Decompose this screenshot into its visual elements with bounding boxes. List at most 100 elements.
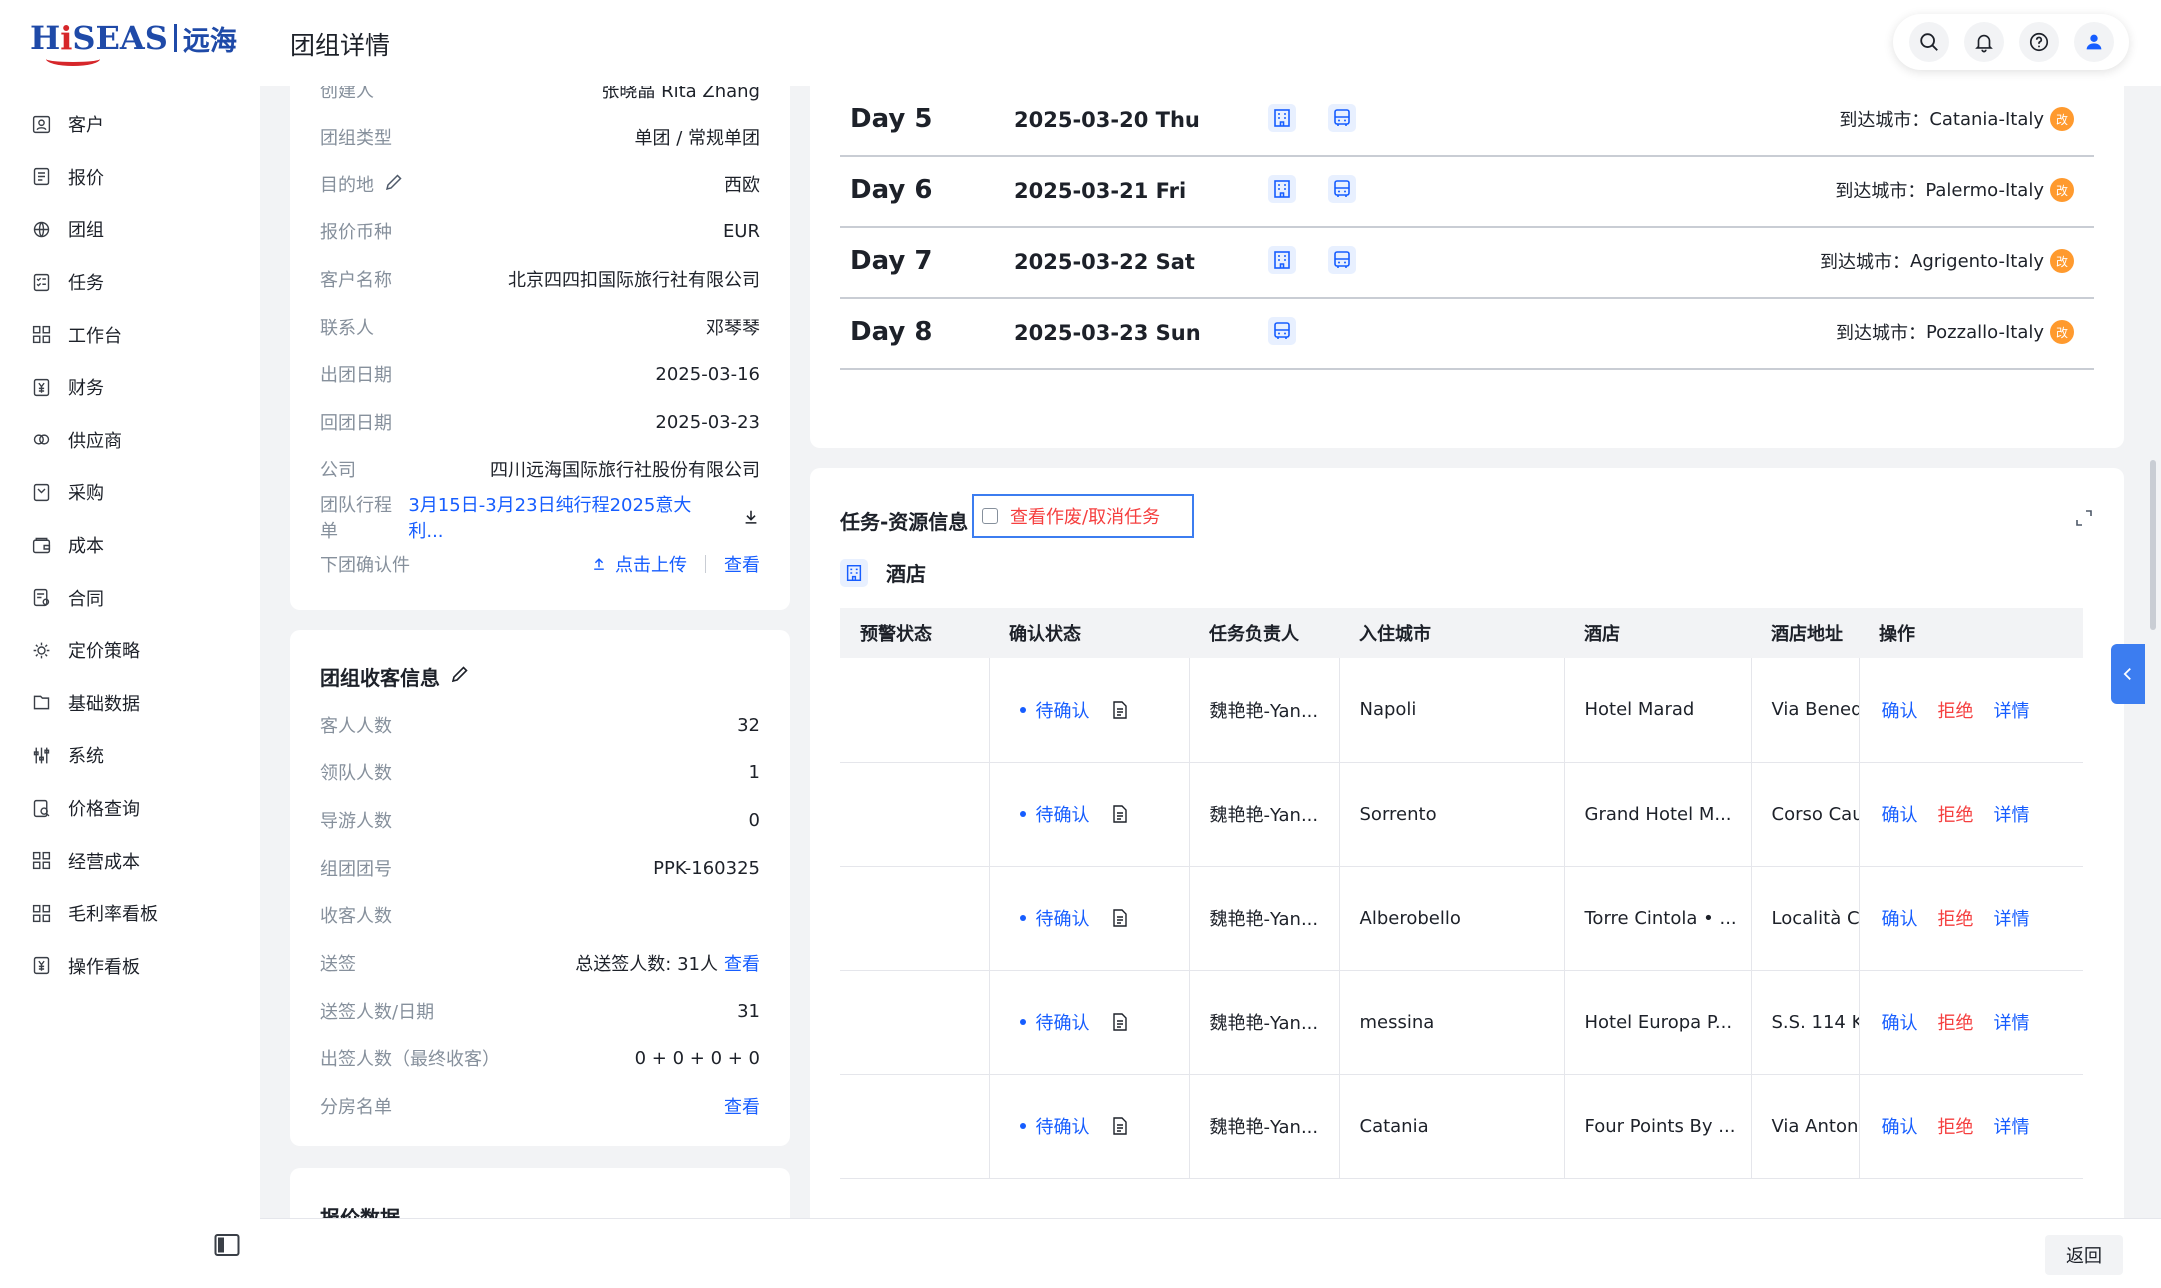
fullscreen-icon[interactable]	[2074, 508, 2094, 528]
hiseas-logo[interactable]: HiSEAS 远海	[30, 14, 237, 66]
owner-cell: 魏艳艳-Yan...	[1189, 762, 1340, 867]
column-header: 操作	[1859, 608, 2083, 658]
document-icon[interactable]	[1112, 1117, 1128, 1135]
sidebar-item-label: 定价策略	[68, 641, 140, 663]
detail-button[interactable]: 详情	[1994, 1013, 2030, 1034]
hotel-icon[interactable]	[1268, 246, 1296, 274]
itinerary-file-link[interactable]: 3月15日-3月23日纯行程2025意大利...	[408, 491, 720, 543]
guest-info-row: 导游人数 0	[320, 809, 760, 833]
hotel-icon[interactable]	[1268, 104, 1296, 132]
side-panel-toggle[interactable]	[2111, 644, 2145, 704]
bus-icon[interactable]	[1328, 175, 1356, 203]
detail-button[interactable]: 详情	[1994, 701, 2030, 722]
confirm-status: 待确认	[1035, 1117, 1090, 1138]
table-row: 待确认 魏艳艳-Yan... Alberobello Torre Cintola • …	[840, 866, 2083, 971]
change-city-badge[interactable]: 改	[2050, 249, 2074, 273]
reject-button[interactable]: 拒绝	[1938, 701, 1974, 722]
back-button[interactable]: 返回	[2045, 1235, 2123, 1275]
sidebar-item-15[interactable]: 毛利率看板	[0, 887, 260, 940]
detail-button[interactable]: 详情	[1994, 909, 2030, 930]
confirm-button[interactable]: 确认	[1882, 805, 1918, 826]
upload-link[interactable]: 点击上传	[615, 551, 687, 577]
day-label: Day 6	[850, 175, 933, 205]
ops-dashboard-icon	[30, 955, 52, 977]
sidebar-item-6[interactable]: 供应商	[0, 414, 260, 467]
change-city-badge[interactable]: 改	[2050, 178, 2074, 202]
change-city-badge[interactable]: 改	[2050, 107, 2074, 131]
bus-icon[interactable]	[1328, 246, 1356, 274]
view-confirm-link[interactable]: 查看	[724, 551, 760, 577]
upload-icon[interactable]	[591, 556, 607, 572]
sidebar-collapse-icon[interactable]	[214, 1233, 240, 1257]
system-icon	[30, 744, 52, 766]
hotel-cell: Torre Cintola • ...	[1564, 866, 1752, 971]
day-date: 2025-03-22 Sat	[1014, 250, 1195, 274]
confirm-button[interactable]: 确认	[1882, 701, 1918, 722]
download-icon[interactable]	[742, 508, 760, 526]
reject-button[interactable]: 拒绝	[1938, 1013, 1974, 1034]
sidebar-item-13[interactable]: 价格查询	[0, 782, 260, 835]
guest-info-row: 送签 总送签人数: 31人 查看	[320, 948, 760, 978]
day-label: Day 5	[850, 104, 933, 134]
sidebar-item-5[interactable]: 财务	[0, 361, 260, 414]
edit-pencil-icon[interactable]	[374, 172, 404, 197]
view-visa-link[interactable]: 查看	[724, 950, 760, 976]
guest-info-row: 送签人数/日期 31	[320, 1000, 760, 1024]
view-room-list-link[interactable]: 查看	[724, 1093, 760, 1119]
sidebar-item-3[interactable]: 任务	[0, 256, 260, 309]
user-avatar-icon[interactable]	[2073, 22, 2114, 62]
sidebar-item-9[interactable]: 合同	[0, 571, 260, 624]
sidebar-item-label: 财务	[68, 378, 104, 400]
day-date: 2025-03-23 Sun	[1014, 321, 1201, 345]
confirm-button[interactable]: 确认	[1882, 909, 1918, 930]
edit-pencil-icon[interactable]	[440, 664, 470, 689]
document-icon[interactable]	[1112, 805, 1128, 823]
basedata-icon	[30, 692, 52, 714]
info-row-itinerary: 团队行程单 3月15日-3月23日纯行程2025意大利...	[320, 495, 760, 542]
table-row: 待确认 魏艳艳-Yan... Catania Four Points By ... Vi…	[840, 1074, 2083, 1179]
change-city-badge[interactable]: 改	[2050, 320, 2074, 344]
confirm-button[interactable]: 确认	[1882, 1013, 1918, 1034]
customer-icon	[30, 113, 52, 135]
bus-icon[interactable]	[1268, 317, 1296, 345]
day-date: 2025-03-20 Thu	[1014, 108, 1200, 132]
guest-info-row: 收客人数	[320, 906, 392, 927]
sidebar-item-8[interactable]: 成本	[0, 519, 260, 572]
detail-button[interactable]: 详情	[1994, 1117, 2030, 1138]
bell-icon[interactable]	[1963, 22, 2004, 62]
reject-button[interactable]: 拒绝	[1938, 805, 1974, 826]
confirm-button[interactable]: 确认	[1882, 1117, 1918, 1138]
sidebar-item-16[interactable]: 操作看板	[0, 940, 260, 993]
sidebar-item-label: 操作看板	[68, 956, 140, 978]
page-scrollbar[interactable]	[2150, 460, 2156, 630]
sidebar-item-11[interactable]: 基础数据	[0, 677, 260, 730]
sidebar-item-10[interactable]: 定价策略	[0, 624, 260, 677]
sidebar-item-label: 任务	[68, 273, 104, 295]
sidebar-item-label: 采购	[68, 483, 104, 505]
sidebar-item-7[interactable]: 采购	[0, 466, 260, 519]
reject-button[interactable]: 拒绝	[1938, 909, 1974, 930]
show-cancelled-checkbox[interactable]: 查看作废/取消任务	[972, 494, 1194, 538]
document-icon[interactable]	[1112, 909, 1128, 927]
sidebar-item-label: 团组	[68, 220, 104, 242]
document-icon[interactable]	[1112, 1013, 1128, 1031]
sidebar-item-2[interactable]: 团组	[0, 203, 260, 256]
sidebar-item-label: 基础数据	[68, 693, 140, 715]
checkbox-icon[interactable]	[982, 508, 998, 524]
sidebar-item-4[interactable]: 工作台	[0, 308, 260, 361]
column-header: 入住城市	[1339, 608, 1564, 658]
city-cell: Napoli	[1339, 658, 1565, 763]
document-icon[interactable]	[1112, 701, 1128, 719]
sidebar-item-1[interactable]: 报价	[0, 151, 260, 204]
bus-icon[interactable]	[1328, 104, 1356, 132]
search-icon[interactable]	[1908, 22, 1949, 62]
sidebar-item-12[interactable]: 系统	[0, 729, 260, 782]
help-icon[interactable]	[2018, 22, 2059, 62]
hotel-icon[interactable]	[1268, 175, 1296, 203]
confirm-status: 待确认	[1035, 1013, 1090, 1034]
city-cell: Catania	[1339, 1074, 1565, 1179]
sidebar-item-14[interactable]: 经营成本	[0, 834, 260, 887]
detail-button[interactable]: 详情	[1994, 805, 2030, 826]
reject-button[interactable]: 拒绝	[1938, 1117, 1974, 1138]
sidebar-item-0[interactable]: 客户	[0, 98, 260, 151]
